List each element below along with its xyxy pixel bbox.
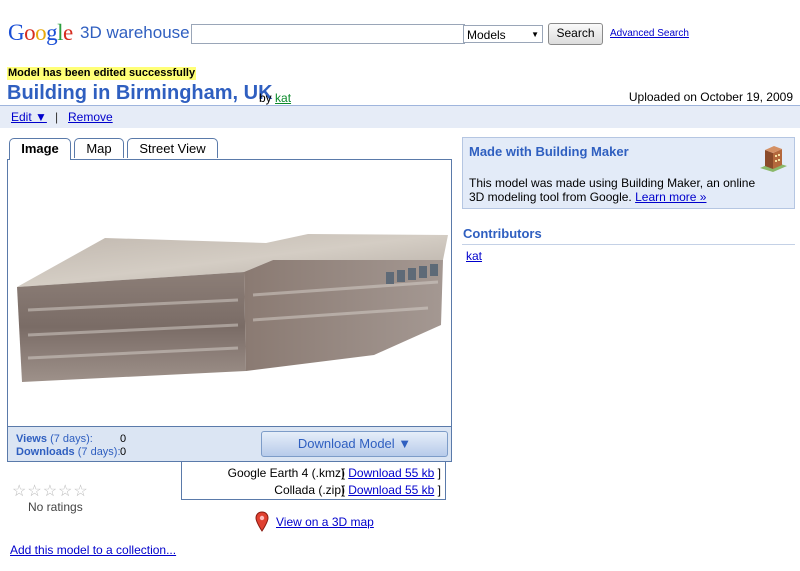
search-input[interactable]: [191, 24, 465, 44]
stats-bar: Views (7 days): 0 Downloads (7 days): 0 …: [7, 427, 452, 462]
building-maker-text: This model was made using Building Maker…: [469, 176, 756, 204]
logo-letter: G: [8, 20, 25, 45]
downloads-stat: Downloads (7 days): 0: [16, 446, 126, 458]
learn-more-link[interactable]: Learn more »: [635, 190, 706, 204]
remove-link[interactable]: Remove: [68, 110, 113, 124]
search-button[interactable]: Search: [548, 23, 603, 45]
building-maker-panel: Made with Building Maker This model was …: [462, 137, 795, 209]
download-kmz-link[interactable]: Download 55 kb: [348, 466, 434, 480]
by-label: by: [259, 91, 272, 105]
tab-street-view[interactable]: Street View: [127, 138, 218, 158]
add-to-collection-link[interactable]: Add this model to a collection...: [10, 543, 176, 557]
contributors-heading: Contributors: [463, 226, 542, 241]
edit-menu-link[interactable]: Edit ▼: [11, 110, 47, 124]
bracket: ]: [437, 466, 441, 480]
contributors-divider: [462, 244, 795, 245]
downloads-period: (7 days):: [77, 446, 121, 458]
download-format: Google Earth 4 (.kmz): [227, 466, 345, 480]
views-value: 0: [120, 433, 127, 445]
download-link-wrapper: [ Download 55 kb ]: [342, 466, 441, 480]
page-title: Building in Birmingham, UK: [7, 82, 273, 104]
building-maker-icon: [756, 142, 790, 177]
search-scope-select[interactable]: Models ▼: [463, 25, 543, 43]
rating-text: No ratings: [28, 500, 83, 514]
bracket: [: [341, 483, 345, 497]
google-logo[interactable]: Google: [8, 20, 73, 46]
search-scope-value: Models: [467, 28, 506, 42]
advanced-search-link[interactable]: Advanced Search: [610, 28, 689, 39]
building-maker-title[interactable]: Made with Building Maker: [469, 144, 629, 159]
views-stat: Views (7 days): 0: [16, 433, 126, 445]
byline: by kat: [259, 91, 291, 105]
action-bar: Edit ▼ | Remove: [0, 106, 800, 128]
views-period: (7 days):: [50, 433, 93, 445]
downloads-label: Downloads: [16, 446, 75, 458]
tab-map[interactable]: Map: [74, 138, 124, 158]
download-menu: Google Earth 4 (.kmz) [ Download 55 kb ]…: [181, 462, 446, 500]
logo-letter: g: [46, 20, 58, 45]
success-notice: Model has been edited successfully: [7, 67, 197, 80]
views-label: Views: [16, 433, 47, 445]
download-collada-link[interactable]: Download 55 kb: [348, 483, 434, 497]
map-pin-icon: [255, 511, 269, 536]
download-model-button[interactable]: Download Model ▼: [261, 431, 448, 457]
logo-letter: o: [35, 20, 47, 45]
download-link-wrapper: [ Download 55 kb ]: [342, 483, 441, 497]
building-maker-description: This model was made using Building Maker…: [469, 176, 769, 204]
chevron-down-icon: ▼: [531, 30, 539, 39]
author-link[interactable]: kat: [275, 91, 291, 105]
downloads-value: 0: [120, 446, 127, 458]
building-model-image: [17, 234, 448, 382]
bracket: ]: [437, 483, 441, 497]
bracket: [: [341, 466, 345, 480]
logo-letter: e: [63, 20, 73, 45]
star-rating[interactable]: ☆☆☆☆☆: [12, 481, 89, 501]
tab-image[interactable]: Image: [9, 138, 71, 160]
upload-date: Uploaded on October 19, 2009: [628, 90, 793, 104]
contributor-link[interactable]: kat: [466, 249, 482, 263]
action-separator: |: [55, 110, 59, 124]
logo-subtitle[interactable]: 3D warehouse: [80, 23, 190, 43]
model-preview[interactable]: [7, 159, 452, 427]
view-on-3d-map-link[interactable]: View on a 3D map: [276, 515, 374, 529]
download-format: Collada (.zip): [274, 483, 345, 497]
logo-letter: o: [24, 20, 36, 45]
